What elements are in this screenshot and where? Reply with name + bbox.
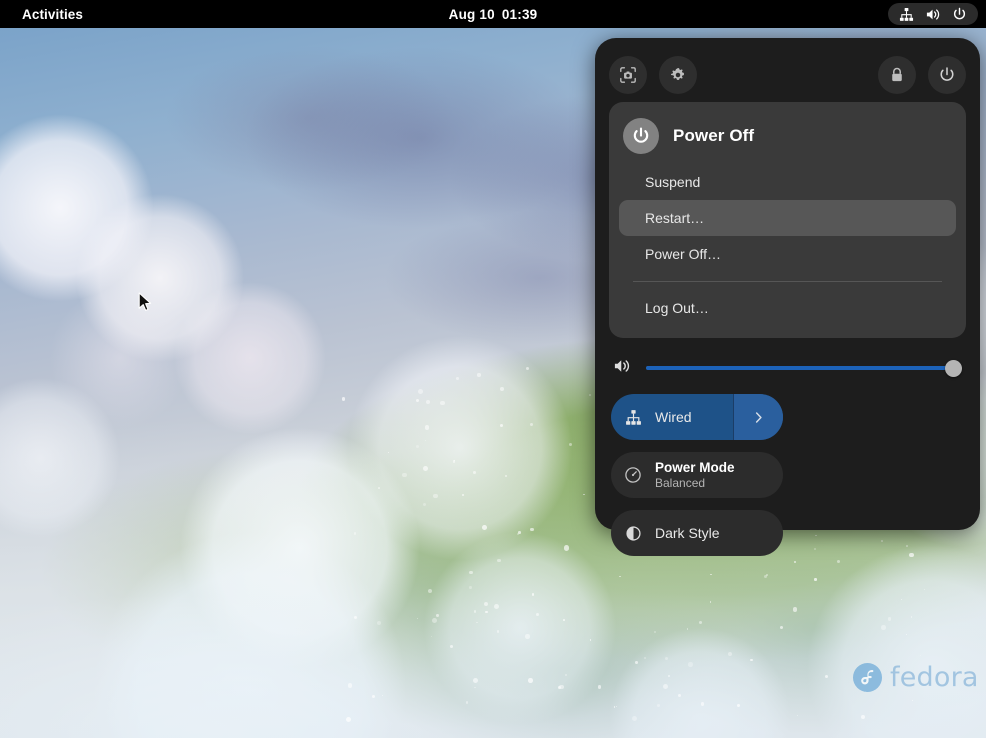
- fedora-logo-icon: [852, 662, 883, 693]
- speedometer-icon: [611, 466, 655, 484]
- submenu-title: Power Off: [673, 126, 755, 145]
- clock-time: 01:39: [501, 6, 538, 22]
- wired-toggle[interactable]: Wired: [611, 394, 783, 440]
- screenshot-icon: [620, 67, 636, 83]
- power-mode-labels: Power Mode Balanced: [655, 459, 783, 491]
- submenu-header[interactable]: Power Off: [609, 112, 966, 164]
- speedometer-icon: [625, 467, 641, 483]
- system-status-area[interactable]: [888, 3, 978, 25]
- power-icon: [940, 67, 954, 81]
- volume-high-icon[interactable]: [613, 357, 632, 380]
- dark-style-icon: [625, 525, 641, 541]
- dark-style-labels: Dark Style: [655, 525, 783, 542]
- lock-icon: [892, 67, 902, 82]
- wired-network-icon: [899, 7, 914, 21]
- lock-button[interactable]: [878, 56, 916, 94]
- power-button[interactable]: [928, 56, 966, 94]
- dark-style-icon: [611, 525, 655, 542]
- screenshot-button[interactable]: [609, 56, 647, 94]
- volume-row: [609, 346, 966, 390]
- fedora-watermark-label: fedora: [890, 662, 979, 693]
- clock-date: Aug 10: [448, 6, 495, 22]
- wired-toggle-label: Wired: [655, 408, 692, 425]
- power-icon-badge: [623, 118, 659, 154]
- dark-style-label: Dark Style: [655, 524, 720, 541]
- quick-settings-panel: Power Off Suspend Restart… Power Off… Lo…: [595, 38, 980, 556]
- volume-slider[interactable]: [646, 359, 962, 377]
- top-bar: Activities Aug 10 01:39: [0, 0, 986, 28]
- wired-toggle-labels: Wired: [655, 409, 733, 426]
- dark-style-toggle[interactable]: Dark Style: [611, 510, 783, 556]
- quick-settings-tiles: Wired Power Mode Balanced Dark Style: [609, 394, 966, 556]
- menu-item-suspend[interactable]: Suspend: [619, 164, 956, 200]
- power-mode-toggle[interactable]: Power Mode Balanced: [611, 452, 783, 498]
- power-mode-sublabel: Balanced: [655, 476, 706, 490]
- power-icon: [633, 127, 649, 143]
- menu-item-power-off[interactable]: Power Off…: [619, 236, 956, 272]
- volume-slider-fill: [646, 366, 953, 370]
- wired-expand-button[interactable]: [733, 394, 783, 440]
- chevron-right-icon: [755, 411, 762, 423]
- mouse-cursor: [138, 292, 152, 311]
- volume-slider-handle[interactable]: [945, 359, 962, 377]
- gear-icon: [670, 67, 685, 81]
- fedora-watermark: fedora: [852, 662, 979, 693]
- desktop-screen: fedora Activities Aug 10 01:39 Power Off…: [0, 0, 986, 738]
- power-off-submenu: Power Off Suspend Restart… Power Off… Lo…: [609, 102, 966, 338]
- wired-network-icon: [625, 409, 641, 425]
- power-icon: [953, 7, 966, 19]
- submenu-divider: [633, 281, 942, 282]
- volume-high-icon: [614, 359, 630, 372]
- menu-item-log-out[interactable]: Log Out…: [619, 290, 956, 326]
- volume-icon: [926, 8, 940, 20]
- menu-item-restart[interactable]: Restart…: [619, 200, 956, 236]
- settings-button[interactable]: [659, 56, 697, 94]
- clock-button[interactable]: Aug 10 01:39: [0, 0, 986, 28]
- power-mode-label: Power Mode: [655, 460, 735, 475]
- quick-settings-header: [609, 52, 966, 98]
- wired-network-icon: [611, 409, 655, 426]
